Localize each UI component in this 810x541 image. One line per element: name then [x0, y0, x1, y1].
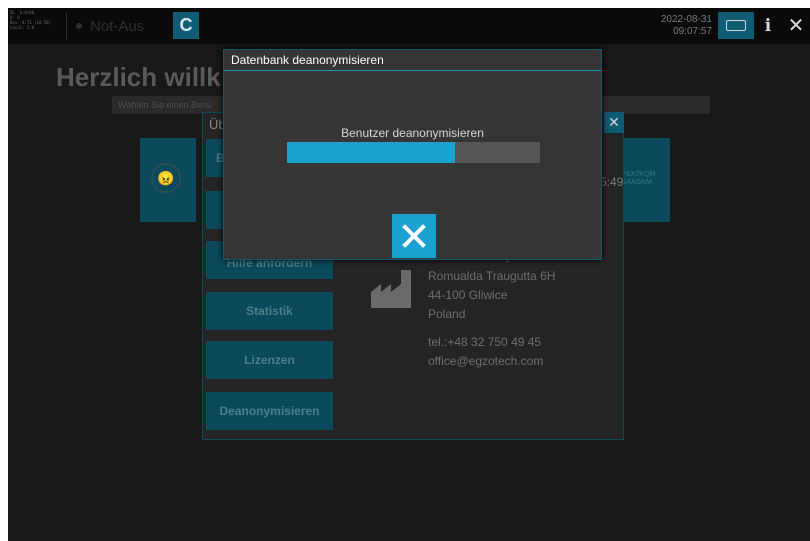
factory-icon — [371, 270, 411, 308]
welcome-title: Herzlich willk — [56, 62, 221, 92]
app-screen: BL. 0:Wc00 U: 0 Dev: 0.71 (10:50) Local:… — [8, 8, 810, 541]
progress-bar-fill — [287, 142, 456, 163]
top-bar-divider — [66, 12, 67, 40]
emergency-stop-label: Not-Aus — [90, 17, 145, 35]
address-country: Poland — [428, 307, 466, 321]
device-info-text: BL. 0:Wc00 U: 0 Dev: 0.71 (10:50) Local:… — [10, 10, 51, 30]
time-text: 09:07:57 — [673, 26, 712, 37]
progress-bar — [287, 142, 540, 163]
info-button[interactable]: i — [756, 12, 780, 39]
user-code-line: S4AGNM — [622, 179, 652, 186]
deanonymize-button[interactable]: Deanonymisieren — [206, 392, 333, 430]
company-contact: tel.:+48 32 750 49 45 office@egzotech.co… — [428, 333, 543, 371]
dialog-title: Datenbank deanonymisieren — [231, 53, 384, 67]
user-code-line: 7SX7KQM — [622, 171, 656, 178]
top-bar: BL. 0:Wc00 U: 0 Dev: 0.71 (10:50) Local:… — [8, 8, 810, 44]
close-icon: ✕ — [787, 15, 805, 37]
statistics-button[interactable]: Statistik — [206, 292, 333, 330]
emergency-stop-indicator: Not-Aus — [70, 12, 170, 40]
close-icon: ✕ — [608, 114, 620, 130]
progress-label: Benutzer deanonymisieren — [341, 126, 484, 140]
angry-face-icon: 😠 — [151, 163, 181, 193]
info-icon: i — [764, 15, 772, 36]
deanonymize-database-dialog: Datenbank deanonymisieren Benutzer deano… — [223, 49, 602, 260]
address-city: 44-100 Gliwice — [428, 288, 508, 302]
dialog-title-divider — [224, 70, 601, 71]
user-code: 7SX7KQM S4AGNM — [622, 171, 655, 187]
address-street: Romualda Traugutta 6H — [428, 269, 556, 283]
dialog-close-button[interactable] — [392, 214, 436, 258]
company-phone: tel.:+48 32 750 49 45 — [428, 335, 542, 349]
keyboard-icon — [726, 20, 746, 31]
company-address: Romualda Traugutta 6H 44-100 Gliwice Pol… — [428, 267, 555, 324]
date-time-display: 2022-08-31 09:07:57 — [648, 14, 712, 38]
about-close-button[interactable]: ✕ — [604, 112, 624, 133]
status-dot-icon — [76, 23, 82, 29]
close-app-button[interactable]: ✕ — [784, 12, 808, 39]
date-text: 2022-08-31 — [660, 14, 712, 25]
company-email[interactable]: office@egzotech.com — [428, 352, 543, 371]
app-mode-button[interactable]: C — [173, 12, 199, 39]
close-icon — [402, 224, 426, 248]
keyboard-button[interactable] — [718, 12, 754, 39]
time-fragment: 5:49 — [600, 175, 624, 189]
licenses-button[interactable]: Lizenzen — [206, 341, 333, 379]
